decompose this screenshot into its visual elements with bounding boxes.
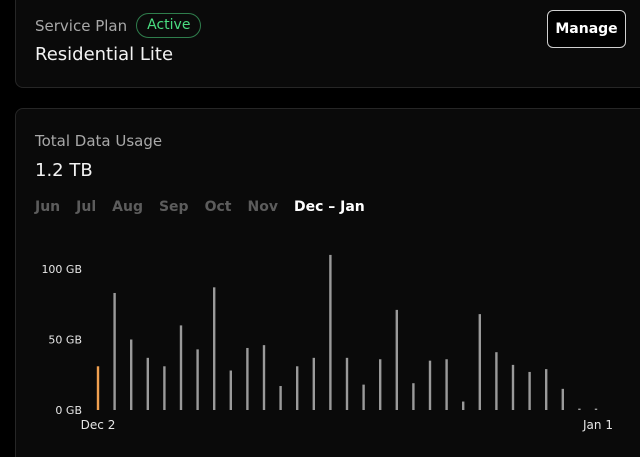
usage-bar[interactable] <box>478 314 481 410</box>
usage-bar[interactable] <box>262 345 266 410</box>
usage-bar[interactable] <box>594 408 598 410</box>
usage-bar[interactable] <box>578 408 581 410</box>
y-tick-label: 50 GB <box>48 334 82 347</box>
usage-bar[interactable] <box>412 383 415 410</box>
usage-bar[interactable] <box>495 352 498 410</box>
y-tick-label: 100 GB <box>41 263 82 276</box>
x-tick-label: Jan 1 <box>582 418 613 432</box>
usage-bar[interactable] <box>362 384 365 410</box>
usage-bar-chart: 100 GB 50 GB 0 GBDec 2 Jan 1 <box>41 254 613 432</box>
usage-bar[interactable] <box>196 349 199 410</box>
usage-bar[interactable] <box>561 388 564 410</box>
usage-bar[interactable] <box>379 359 382 410</box>
usage-bar[interactable] <box>545 369 548 410</box>
usage-bar[interactable] <box>428 360 432 410</box>
usage-bar[interactable] <box>179 325 183 410</box>
usage-bar[interactable] <box>279 386 282 410</box>
usage-bar[interactable] <box>246 347 249 410</box>
usage-bar[interactable] <box>296 366 299 410</box>
usage-bar[interactable] <box>163 366 166 410</box>
y-tick-label: 0 GB <box>55 404 82 417</box>
usage-bar[interactable] <box>462 401 465 410</box>
usage-bar[interactable] <box>312 357 315 410</box>
usage-bar[interactable] <box>445 359 448 410</box>
usage-bar[interactable] <box>96 366 100 410</box>
usage-bar[interactable] <box>213 287 216 410</box>
usage-bar[interactable] <box>528 371 531 410</box>
usage-bar[interactable] <box>395 309 398 410</box>
usage-bar[interactable] <box>113 292 116 410</box>
x-tick-label: Dec 2 <box>81 418 116 432</box>
usage-bar[interactable] <box>146 357 149 410</box>
usage-bar[interactable] <box>229 370 232 410</box>
usage-bar[interactable] <box>511 364 515 410</box>
usage-bar[interactable] <box>329 254 332 410</box>
usage-bar[interactable] <box>130 339 133 411</box>
usage-bar[interactable] <box>345 357 349 410</box>
